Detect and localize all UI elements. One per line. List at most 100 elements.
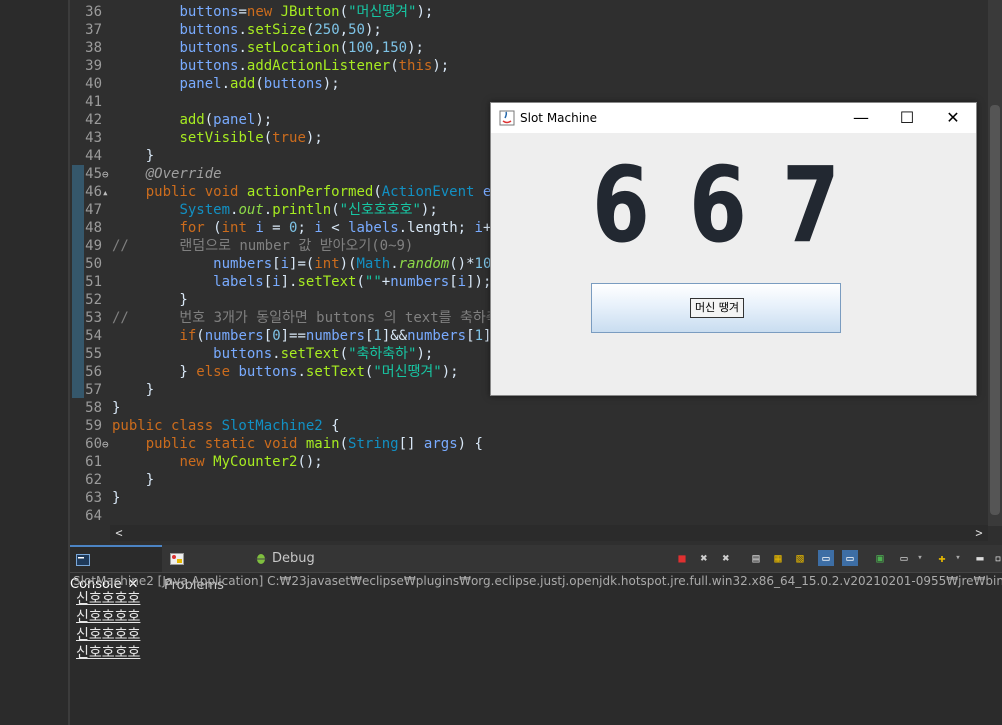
line-number: 37: [85, 22, 102, 38]
new-console-icon[interactable]: ✚: [934, 550, 950, 566]
code-line[interactable]: 62 }: [70, 471, 154, 489]
vertical-scroll-thumb[interactable]: [990, 105, 1000, 515]
line-number: 36: [85, 4, 102, 20]
line-number: 38: [85, 40, 102, 56]
code-line[interactable]: 43 setVisible(true);: [70, 129, 323, 147]
close-icon[interactable]: ✕: [930, 103, 976, 133]
slot-machine-window[interactable]: Slot Machine — ☐ ✕ 6 6 7 머신 땡겨: [490, 102, 977, 396]
code-line[interactable]: 61 new MyCounter2();: [70, 453, 323, 471]
tab-debug[interactable]: Debug: [248, 545, 318, 572]
code-text: buttons=new JButton("머신땡겨");: [179, 4, 442, 20]
clear-console-icon[interactable]: ▤: [748, 550, 764, 566]
line-number: 54: [85, 328, 102, 344]
show-on-stdout-icon[interactable]: ▭: [818, 550, 834, 566]
show-on-stderr-icon[interactable]: ▭: [842, 550, 858, 566]
code-line[interactable]: 56 } else buttons.setText("머신땡겨");: [70, 363, 458, 381]
line-number: 48: [85, 220, 102, 236]
code-text: }: [112, 472, 155, 488]
display-console-icon[interactable]: ▭: [896, 550, 912, 566]
code-text: public void actionPerformed(ActionEvent …: [145, 184, 517, 200]
word-wrap-icon[interactable]: ▧: [792, 550, 808, 566]
code-line[interactable]: 63}: [70, 489, 120, 507]
code-line[interactable]: 40 panel.add(buttons);: [70, 75, 340, 93]
line-number: 47: [85, 202, 102, 218]
code-text: buttons.addActionListener(this);: [179, 58, 450, 74]
line-number: 51: [85, 274, 102, 290]
fold-toggle-icon[interactable]: ▴: [102, 184, 112, 202]
spin-button[interactable]: 머신 땡겨: [591, 283, 841, 333]
remove-launch-icon[interactable]: ✖: [696, 550, 712, 566]
editor-horizontal-scrollbar[interactable]: < >: [110, 525, 988, 541]
line-number: 45: [85, 166, 102, 182]
code-line[interactable]: 52 }: [70, 291, 188, 309]
line-number: 55: [85, 346, 102, 362]
code-line[interactable]: 37 buttons.setSize(250,50);: [70, 21, 382, 39]
code-line[interactable]: 60⊖ public static void main(String[] arg…: [70, 435, 483, 453]
console-panel: Console ✕ Problems Debug ■ ✖ ✖ ▤ ▦ ▧ ▭ ▭ …: [70, 545, 1002, 725]
scroll-lock-icon[interactable]: ▦: [770, 550, 786, 566]
line-number: 64: [85, 508, 102, 524]
code-text: buttons.setText("축하축하");: [213, 346, 434, 362]
line-number: 56: [85, 364, 102, 380]
code-line[interactable]: 48 for (int i = 0; i < labels.length; i+…: [70, 219, 525, 237]
line-number: 58: [85, 400, 102, 416]
scroll-right-icon[interactable]: >: [972, 525, 986, 541]
code-line[interactable]: 53 // 번호 3개가 동일하면 buttons 의 text를 축하축하로: [70, 309, 524, 327]
code-text: numbers[i]=(int)(Math.random()*10);: [213, 256, 508, 272]
spin-button-label: 머신 땡겨: [690, 298, 744, 318]
code-line[interactable]: 38 buttons.setLocation(100,150);: [70, 39, 424, 57]
chevron-down-icon[interactable]: ▾: [950, 550, 966, 566]
code-text: }: [112, 148, 155, 164]
code-line[interactable]: 59 public class SlotMachine2 {: [70, 417, 340, 435]
fold-toggle-icon[interactable]: ⊖: [102, 166, 112, 184]
minimize-icon[interactable]: —: [838, 103, 884, 133]
code-line[interactable]: 55 buttons.setText("축하축하");: [70, 345, 433, 363]
tab-problems[interactable]: Problems: [164, 545, 244, 593]
code-line[interactable]: 64: [70, 507, 112, 525]
code-line[interactable]: 49 // 랜덤으로 number 값 받아오기(0~9): [70, 237, 413, 255]
code-text: public static void main(String[] args) {: [145, 436, 483, 452]
line-number: 46: [85, 184, 102, 200]
tab-console[interactable]: Console ✕: [70, 545, 162, 592]
line-number: 52: [85, 292, 102, 308]
code-line[interactable]: 41: [70, 93, 112, 111]
code-line[interactable]: 42 add(panel);: [70, 111, 272, 129]
terminate-icon[interactable]: ■: [674, 550, 690, 566]
console-output-line: 신호호호호: [76, 627, 141, 643]
code-text: }: [112, 490, 121, 506]
code-text: new MyCounter2();: [179, 454, 323, 470]
console-output-line: 신호호호호: [76, 645, 141, 661]
fold-toggle-icon[interactable]: ⊖: [102, 436, 112, 454]
remove-all-launches-icon[interactable]: ✖: [718, 550, 734, 566]
line-number: 39: [85, 58, 102, 74]
maximize-icon[interactable]: ☐: [884, 103, 930, 133]
line-number: 49: [85, 238, 102, 254]
code-line[interactable]: 45⊖ @Override: [70, 165, 221, 184]
minimize-view-icon[interactable]: ▬: [972, 550, 988, 566]
code-text: }: [112, 400, 121, 416]
line-number: 59: [85, 418, 102, 434]
code-line[interactable]: 47 System.out.println("신호호호호");: [70, 201, 438, 219]
console-output-line: 신호호호호: [76, 609, 141, 625]
code-text: buttons.setLocation(100,150);: [179, 40, 424, 56]
code-line[interactable]: 36 buttons=new JButton("머신땡겨");: [70, 3, 442, 21]
console-launch-description: SlotMachine2 [Java Application] C:₩23jav…: [73, 574, 1002, 588]
debug-icon: [255, 553, 267, 564]
editor-vertical-scrollbar[interactable]: [988, 0, 1002, 526]
chevron-down-icon[interactable]: ▾: [912, 550, 928, 566]
code-line[interactable]: 57 }: [70, 381, 154, 399]
code-line[interactable]: 51 labels[i].setText(""+numbers[i]);: [70, 273, 491, 291]
code-line[interactable]: 50 numbers[i]=(int)(Math.random()*10);: [70, 255, 508, 273]
window-titlebar[interactable]: Slot Machine — ☐ ✕: [491, 103, 976, 133]
code-text: // 번호 3개가 동일하면 buttons 의 text를 축하축하로: [112, 310, 525, 326]
scroll-left-icon[interactable]: <: [112, 525, 126, 541]
maximize-view-icon[interactable]: ▫: [990, 550, 1002, 566]
code-line[interactable]: 44 }: [70, 147, 154, 165]
line-number: 53: [85, 310, 102, 326]
code-line[interactable]: 39 buttons.addActionListener(this);: [70, 57, 449, 75]
code-text: public class SlotMachine2 {: [112, 418, 340, 434]
code-line[interactable]: 58}: [70, 399, 120, 417]
pin-console-icon[interactable]: ▣: [872, 550, 888, 566]
code-line[interactable]: 46▴ public void actionPerformed(ActionEv…: [70, 183, 517, 201]
code-text: }: [112, 382, 155, 398]
